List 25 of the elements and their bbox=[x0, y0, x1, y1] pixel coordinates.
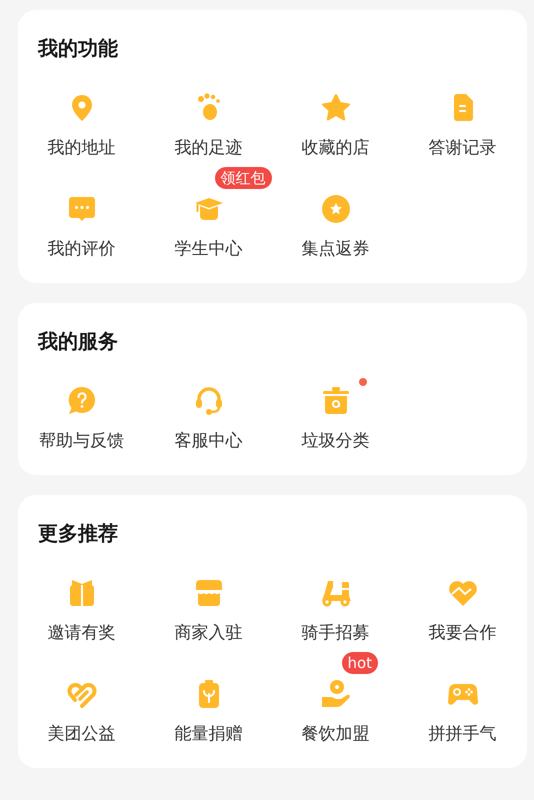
menu-item[interactable]: 餐饮加盟 bbox=[302, 723, 370, 745]
menu-item[interactable]: 答谢记录 bbox=[428, 137, 496, 159]
hand-coin-icon[interactable] bbox=[320, 678, 352, 710]
menu-item[interactable]: 帮助与反馈 bbox=[39, 430, 124, 452]
menu-item[interactable]: 美团公益 bbox=[48, 723, 116, 745]
menu-item[interactable]: 我要合作 bbox=[428, 622, 496, 644]
menu-item[interactable]: 我的地址 bbox=[48, 137, 116, 159]
help-icon[interactable] bbox=[66, 385, 98, 417]
section-title: 我的服务 bbox=[38, 328, 118, 354]
menu-item[interactable]: 能量捐赠 bbox=[174, 723, 242, 745]
menu-item[interactable]: 骑手招募 bbox=[302, 622, 370, 644]
menu-item[interactable]: 拼拼手气 bbox=[428, 723, 496, 745]
menu-item[interactable]: 收藏的店 bbox=[302, 137, 370, 159]
menu-item[interactable]: 客服中心 bbox=[174, 430, 242, 452]
section-title: 我的功能 bbox=[38, 35, 118, 61]
section-title: 更多推荐 bbox=[38, 520, 118, 546]
menu-item[interactable]: 集点返券 bbox=[302, 238, 370, 260]
promo-badge: hot bbox=[342, 652, 378, 674]
menu-item[interactable]: 垃圾分类 bbox=[302, 430, 370, 452]
menu-item[interactable]: 邀请有奖 bbox=[48, 622, 116, 644]
menu-item[interactable]: 学生中心 bbox=[174, 238, 242, 260]
menu-item[interactable]: 我的足迹 bbox=[174, 137, 242, 159]
promo-badge: 领红包 bbox=[214, 167, 272, 189]
menu-item[interactable]: 商家入驻 bbox=[174, 622, 242, 644]
menu-item[interactable]: 我的评价 bbox=[48, 238, 116, 260]
